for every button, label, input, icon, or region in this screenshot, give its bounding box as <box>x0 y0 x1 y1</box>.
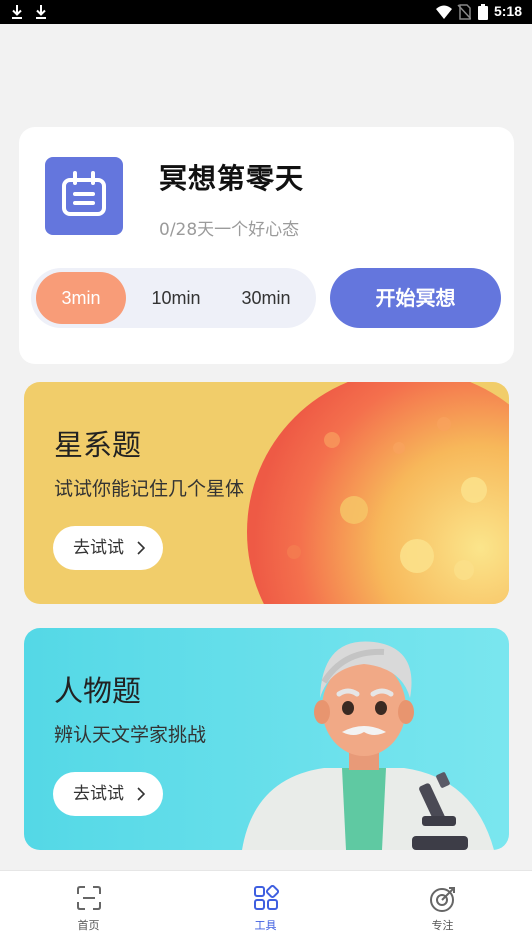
astronomer-quiz-card[interactable]: 人物题 辨认天文学家挑战 去试试 <box>24 628 509 850</box>
tab-tools-label: 工具 <box>254 919 277 932</box>
meditation-title: 冥想第零天 <box>159 162 305 195</box>
duration-option-30min[interactable]: 30min <box>221 272 311 324</box>
bottom-tab-bar: 首页 工具 专注 <box>0 870 532 947</box>
galaxy-quiz-title: 星系题 <box>54 428 142 462</box>
tab-home[interactable]: 首页 <box>0 871 177 947</box>
status-time: 5:18 <box>493 3 522 19</box>
astronomer-quiz-title: 人物题 <box>54 674 142 708</box>
start-meditation-button[interactable]: 开始冥想 <box>330 268 501 328</box>
grid-icon <box>253 885 279 910</box>
download-icon <box>12 5 22 19</box>
battery-icon <box>478 4 488 20</box>
scan-icon <box>76 886 101 910</box>
astronomer-quiz-subtitle: 辨认天文学家挑战 <box>54 724 207 746</box>
meditation-card: 冥想第零天 0/28天一个好心态 3min 10min 30min 开始冥想 <box>19 127 514 364</box>
tab-focus[interactable]: 专注 <box>354 871 531 947</box>
try-button-label: 去试试 <box>73 784 124 804</box>
tab-home-label: 首页 <box>77 919 100 932</box>
tab-tools[interactable]: 工具 <box>177 871 354 947</box>
download-icon <box>36 5 46 19</box>
chevron-right-icon <box>137 526 146 587</box>
meditation-progress: 0/28天一个好心态 <box>159 220 300 240</box>
calendar-icon <box>45 157 123 235</box>
duration-option-3min[interactable]: 3min <box>36 272 126 324</box>
target-icon <box>429 887 455 912</box>
astronomer-try-button[interactable]: 去试试 <box>53 772 163 816</box>
wifi-icon <box>436 5 452 19</box>
galaxy-quiz-subtitle: 试试你能记住几个星体 <box>54 478 245 500</box>
chevron-right-icon <box>137 772 146 833</box>
status-bar: 5:18 <box>0 0 532 24</box>
tab-focus-label: 专注 <box>431 919 454 932</box>
galaxy-quiz-card[interactable]: 星系题 试试你能记住几个星体 去试试 <box>24 382 509 604</box>
duration-selector: 3min 10min 30min <box>31 268 316 328</box>
no-sim-icon <box>457 4 471 20</box>
duration-option-10min[interactable]: 10min <box>131 272 221 324</box>
try-button-label: 去试试 <box>73 538 124 558</box>
galaxy-try-button[interactable]: 去试试 <box>53 526 163 570</box>
